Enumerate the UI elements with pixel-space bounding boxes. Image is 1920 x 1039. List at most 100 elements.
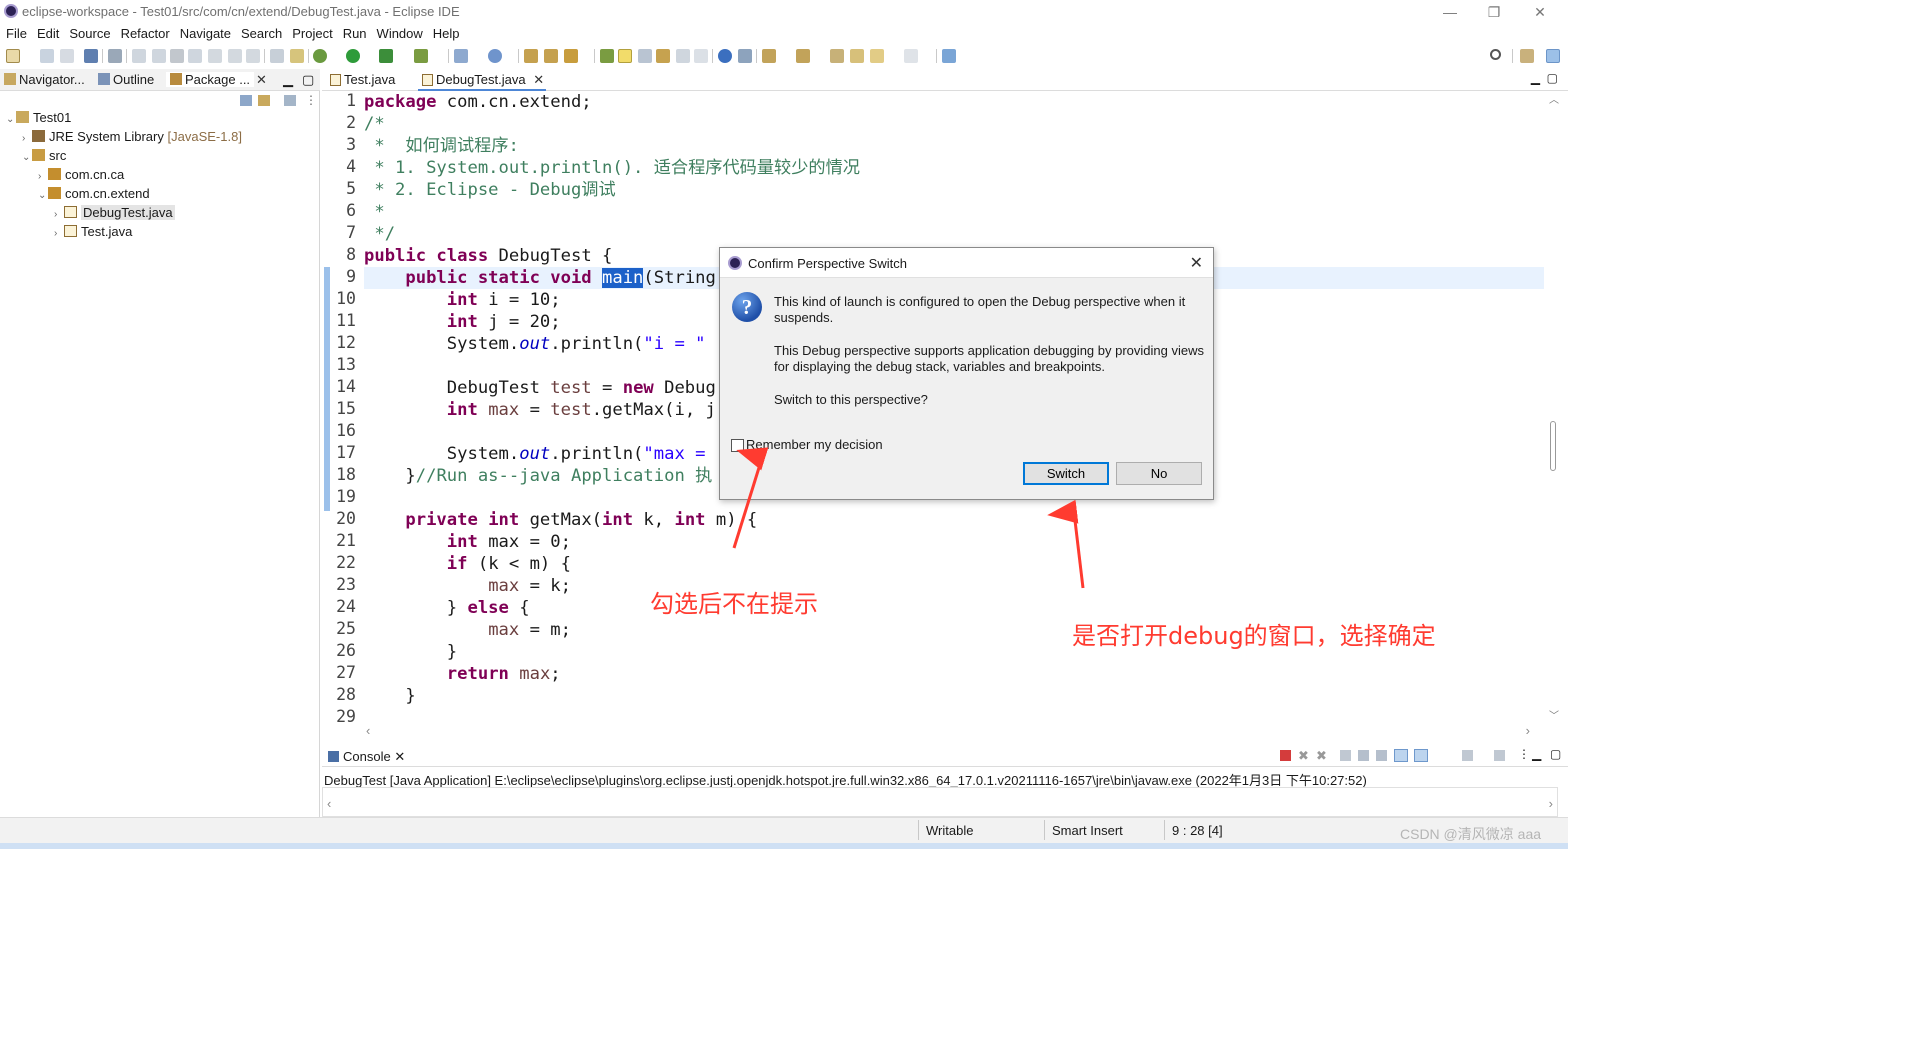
scroll-up-icon[interactable]: ︿ — [1549, 91, 1559, 106]
no-button[interactable]: No — [1116, 462, 1202, 485]
restore-button[interactable]: ❐ — [1484, 2, 1504, 22]
switch-button[interactable]: Switch — [1023, 462, 1109, 485]
toggle-mark-occurrences-icon[interactable] — [600, 49, 614, 63]
view-menu-icon[interactable]: ⋮ — [305, 93, 317, 107]
pin-editor-icon[interactable] — [942, 49, 956, 63]
tree-item-jre[interactable]: › JRE System Library [JavaSE-1.8] — [22, 128, 242, 146]
debug-icon[interactable] — [313, 49, 327, 63]
step-over-icon[interactable] — [228, 49, 242, 63]
display-console-icon[interactable] — [1494, 750, 1505, 761]
annotation-nav-icon[interactable] — [738, 49, 752, 63]
open-perspective-icon[interactable] — [1520, 49, 1534, 63]
dialog-close-icon[interactable]: ✕ — [1190, 253, 1203, 273]
java-perspective-icon[interactable] — [1546, 49, 1560, 63]
terminal-icon[interactable] — [84, 49, 98, 63]
save-icon[interactable] — [40, 49, 54, 63]
close-tab-icon[interactable]: ✕ — [533, 72, 544, 87]
scroll-right-icon[interactable]: › — [1549, 796, 1553, 811]
close-console-icon[interactable]: ✕ — [394, 749, 405, 764]
scroll-lock-icon[interactable] — [1358, 750, 1369, 761]
back-history-icon[interactable] — [870, 49, 884, 63]
editor-horizontal-scrollbar[interactable]: ‹ › — [364, 723, 1534, 739]
maximize-view-icon[interactable]: ▢ — [302, 72, 314, 88]
minimize-editor-icon[interactable]: ▁ — [1531, 71, 1540, 85]
link-with-editor-icon[interactable] — [258, 95, 270, 106]
coverage-icon[interactable] — [379, 49, 393, 63]
menu-help[interactable]: Help — [433, 24, 460, 44]
tab-navigator[interactable]: Navigator... — [4, 72, 85, 87]
tree-item-debugtest[interactable]: › DebugTest.java — [54, 204, 175, 222]
show-on-output-icon[interactable] — [1394, 749, 1408, 762]
menu-run[interactable]: Run — [343, 24, 367, 44]
chevron-down-icon[interactable]: ⌄ — [38, 187, 48, 205]
tab-debugtest-java[interactable]: DebugTest.java ✕ — [418, 69, 546, 91]
remember-decision-label[interactable]: Remember my decision — [746, 437, 883, 452]
toggle-highlight-icon[interactable] — [618, 49, 632, 63]
menu-source[interactable]: Source — [69, 24, 110, 44]
minimize-console-icon[interactable]: ▁ — [1532, 747, 1541, 761]
next-annotation-icon[interactable] — [762, 49, 776, 63]
chevron-right-icon[interactable]: › — [22, 130, 32, 148]
chevron-right-icon[interactable]: › — [54, 206, 64, 224]
menu-edit[interactable]: Edit — [37, 24, 59, 44]
tree-item-package-ca[interactable]: › com.cn.ca — [38, 166, 124, 184]
new-java-project-icon[interactable] — [454, 49, 468, 63]
skip-breakpoints-icon[interactable] — [108, 49, 122, 63]
show-whitespace-icon[interactable] — [656, 49, 670, 63]
suspend-icon[interactable] — [152, 49, 166, 63]
menu-file[interactable]: File — [6, 24, 27, 44]
tab-test-java[interactable]: Test.java — [326, 69, 414, 91]
terminate-icon[interactable] — [1280, 750, 1291, 761]
scroll-down-icon[interactable]: ﹀ — [1549, 707, 1559, 722]
search-icon[interactable] — [1490, 49, 1501, 60]
menu-window[interactable]: Window — [377, 24, 423, 44]
tree-item-package-extend[interactable]: ⌄ com.cn.extend — [38, 185, 150, 203]
previous-annotation-icon[interactable] — [796, 49, 810, 63]
show-on-error-icon[interactable] — [1414, 749, 1428, 762]
new-java-package-icon[interactable] — [488, 49, 502, 63]
menu-search[interactable]: Search — [241, 24, 282, 44]
search-toolbar-icon[interactable] — [564, 49, 578, 63]
tree-item-project[interactable]: ⌄ Test01 — [6, 109, 71, 127]
tree-item-src[interactable]: ⌄ src — [22, 147, 66, 165]
menu-project[interactable]: Project — [292, 24, 332, 44]
terminate-icon[interactable] — [170, 49, 184, 63]
console-output[interactable]: ‹ › — [322, 787, 1558, 817]
step-into-icon[interactable] — [208, 49, 222, 63]
clear-console-icon[interactable] — [1340, 750, 1351, 761]
chevron-right-icon[interactable]: › — [54, 225, 64, 243]
scroll-left-icon[interactable]: ‹ — [366, 723, 370, 738]
minimize-view-icon[interactable]: ▁ — [283, 72, 293, 88]
view-menu-icon[interactable]: ⋮ — [1518, 747, 1530, 761]
save-all-icon[interactable] — [60, 49, 74, 63]
chevron-right-icon[interactable]: › — [38, 168, 48, 186]
last-edit-location-icon[interactable] — [830, 49, 844, 63]
close-package-explorer-icon[interactable]: ✕ — [256, 72, 267, 88]
remove-all-launches-icon[interactable]: ✖ — [1316, 748, 1327, 764]
new-icon[interactable] — [6, 49, 20, 63]
menu-refactor[interactable]: Refactor — [121, 24, 170, 44]
open-task-icon[interactable] — [544, 49, 558, 63]
scroll-right-icon[interactable]: › — [1526, 723, 1530, 738]
tree-item-test[interactable]: › Test.java — [54, 223, 132, 241]
external-tools-icon[interactable] — [414, 49, 428, 63]
disconnect-icon[interactable] — [188, 49, 202, 63]
use-step-filters-icon[interactable] — [290, 49, 304, 63]
menu-navigate[interactable]: Navigate — [180, 24, 231, 44]
open-type-icon[interactable] — [524, 49, 538, 63]
chevron-down-icon[interactable]: ⌄ — [22, 149, 32, 167]
step-return-icon[interactable] — [246, 49, 260, 63]
drop-to-frame-icon[interactable] — [270, 49, 284, 63]
pilcrow-icon[interactable] — [694, 49, 708, 63]
scroll-left-icon[interactable]: ‹ — [327, 796, 331, 811]
forward-icon[interactable] — [904, 49, 918, 63]
chevron-down-icon[interactable]: ⌄ — [6, 111, 16, 129]
run-icon[interactable] — [346, 49, 360, 63]
maximize-editor-icon[interactable]: ▢ — [1547, 71, 1558, 85]
resume-icon[interactable] — [132, 49, 146, 63]
remember-decision-checkbox[interactable] — [731, 439, 744, 452]
back-icon[interactable] — [850, 49, 864, 63]
word-wrap-console-icon[interactable] — [1376, 750, 1387, 761]
filter-icon[interactable] — [284, 95, 296, 106]
tab-outline[interactable]: Outline — [98, 72, 154, 87]
